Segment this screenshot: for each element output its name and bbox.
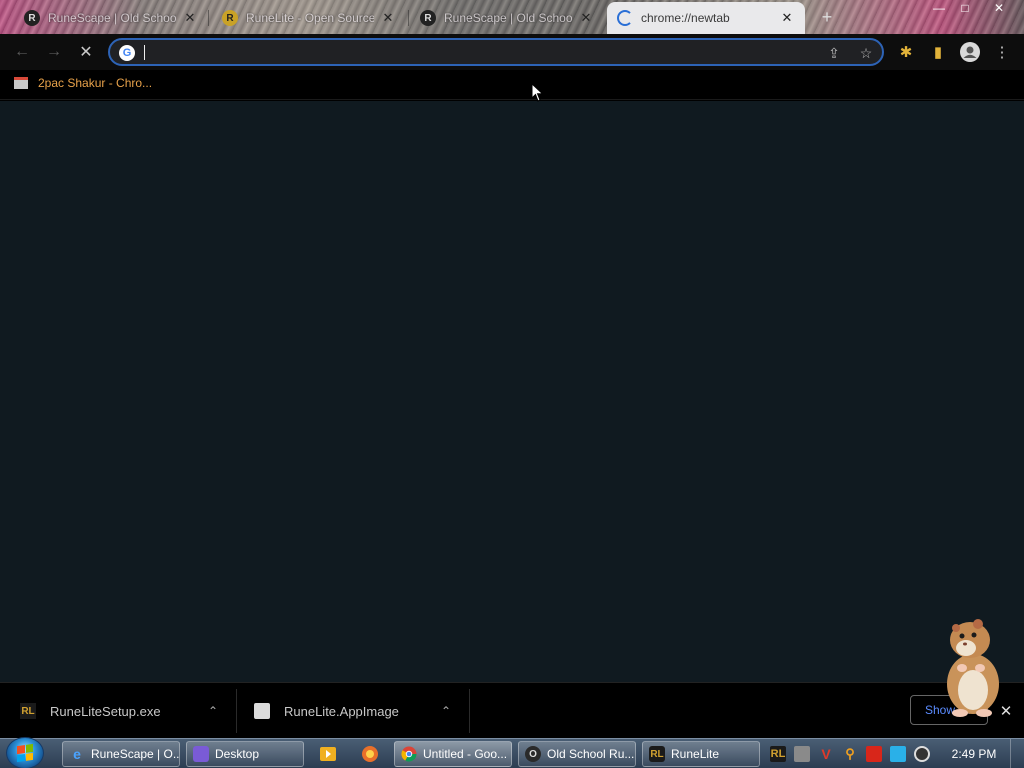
- tab-strip: R RuneScape | Old School ✕ R RuneLite - …: [0, 0, 1024, 34]
- monitor-tray-icon[interactable]: [890, 746, 906, 762]
- runelite-icon: R: [222, 10, 238, 26]
- clock[interactable]: 2:49 PM: [944, 747, 1004, 761]
- taskbar-button-label: Old School Ru...: [547, 747, 635, 761]
- divider: [236, 689, 237, 733]
- tab-title: chrome://newtab: [641, 11, 730, 25]
- v-tray-icon[interactable]: V: [818, 746, 834, 762]
- tab-separator: [208, 10, 209, 26]
- file-icon: [254, 703, 270, 719]
- download-filename: RuneLiteSetup.exe: [50, 703, 161, 719]
- tab-title: RuneScape | Old School: [48, 11, 176, 25]
- address-input[interactable]: [142, 43, 802, 61]
- runelite-tray-icon[interactable]: RL: [770, 746, 786, 762]
- maximize-icon[interactable]: □: [954, 0, 976, 16]
- runelite-icon: RL: [20, 703, 36, 719]
- system-tray: RL V ⚲: [764, 739, 944, 768]
- start-button[interactable]: [6, 737, 44, 768]
- chrome-icon: [401, 746, 417, 762]
- tab-close-icon[interactable]: ✕: [182, 10, 198, 26]
- close-window-icon[interactable]: ✕: [988, 0, 1010, 16]
- google-icon: G: [119, 45, 135, 61]
- tab-close-icon[interactable]: ✕: [779, 10, 795, 26]
- tab-title: RuneScape | Old School: [444, 11, 572, 25]
- search-tray-icon[interactable]: ⚲: [842, 746, 858, 762]
- taskbar-button-label: Untitled - Goo...: [423, 747, 508, 761]
- tab-title: RuneLite - Open Source: [246, 11, 374, 25]
- page-content: [0, 101, 1024, 682]
- browser-toolbar: ← → ✕ G ⇪ ☆ ✱ ▮ ⋮: [0, 34, 1024, 70]
- side-panel-icon[interactable]: ▮: [926, 40, 950, 64]
- taskbar-button-osrs[interactable]: O Old School Ru...: [518, 741, 636, 767]
- taskbar: e RuneScape | O... Desktop Untitled - Go…: [0, 737, 1024, 768]
- download-filename: RuneLite.AppImage: [284, 703, 399, 719]
- star-icon[interactable]: ☆: [856, 43, 876, 63]
- chevron-up-icon[interactable]: ⌃: [438, 703, 454, 719]
- bookmark-item[interactable]: 2pac Shakur - Chro...: [14, 76, 152, 90]
- address-bar[interactable]: G ⇪ ☆: [108, 38, 884, 66]
- ie-icon: e: [73, 746, 81, 762]
- extensions-icon[interactable]: ✱: [894, 40, 918, 64]
- runescape-icon: R: [420, 10, 436, 26]
- taskbar-button-label: Desktop: [215, 747, 260, 761]
- taskbar-button-chrome[interactable]: Untitled - Goo...: [394, 741, 512, 767]
- taskbar-button-label: RuneLite: [671, 747, 720, 761]
- taskbar-button-runescape[interactable]: e RuneScape | O...: [62, 741, 180, 767]
- download-item[interactable]: RL RuneLiteSetup.exe: [20, 693, 161, 729]
- firefox-like-icon[interactable]: [358, 742, 382, 766]
- taskbar-button-runelite[interactable]: RL RuneLite: [642, 741, 760, 767]
- flag-tray-icon[interactable]: [866, 746, 882, 762]
- bookmark-favicon-icon: [14, 77, 28, 89]
- chevron-up-icon[interactable]: ⌃: [205, 703, 221, 719]
- divider: [469, 689, 470, 733]
- text-caret: [144, 45, 145, 60]
- tab-runelite[interactable]: R RuneLite - Open Source ✕: [212, 4, 406, 32]
- tab-close-icon[interactable]: ✕: [380, 10, 396, 26]
- stop-loading-button[interactable]: ✕: [74, 40, 98, 64]
- windows-logo-icon: [17, 743, 33, 763]
- tab-close-icon[interactable]: ✕: [578, 10, 594, 26]
- back-button[interactable]: ←: [10, 40, 34, 64]
- media-player-icon[interactable]: [316, 742, 340, 766]
- tab-runescape-1[interactable]: R RuneScape | Old School ✕: [14, 4, 208, 32]
- runelite-icon: RL: [649, 746, 665, 762]
- taskbar-button-desktop[interactable]: Desktop: [186, 741, 304, 767]
- hamster-image: [940, 618, 1006, 718]
- share-icon[interactable]: ⇪: [824, 43, 844, 63]
- taskbar-button-label: RuneScape | O...: [91, 747, 180, 761]
- download-shelf: RL RuneLiteSetup.exe ⌃ RuneLite.AppImage…: [0, 682, 1024, 738]
- profile-icon[interactable]: [958, 40, 982, 64]
- tab-runescape-2[interactable]: R RuneScape | Old School ✕: [410, 4, 604, 32]
- forward-button[interactable]: →: [42, 40, 66, 64]
- show-desktop-button[interactable]: [1010, 739, 1024, 768]
- screen: R RuneScape | Old School ✕ R RuneLite - …: [0, 0, 1024, 768]
- new-tab-button[interactable]: +: [815, 6, 839, 28]
- osrs-icon: O: [525, 746, 541, 762]
- bookmarks-bar: 2pac Shakur - Chro...: [0, 70, 1024, 100]
- tab-separator: [408, 10, 409, 26]
- app-tray-icon[interactable]: [794, 746, 810, 762]
- runescape-icon: R: [24, 10, 40, 26]
- minimize-icon[interactable]: —: [928, 0, 950, 16]
- bookmark-label: 2pac Shakur - Chro...: [38, 76, 153, 90]
- menu-icon[interactable]: ⋮: [990, 40, 1014, 64]
- desktop-icon: [193, 746, 209, 762]
- loading-spinner-icon: [617, 10, 633, 26]
- tab-newtab[interactable]: chrome://newtab ✕: [607, 2, 805, 34]
- volume-tray-icon[interactable]: [914, 746, 930, 762]
- download-item[interactable]: RuneLite.AppImage: [254, 693, 399, 729]
